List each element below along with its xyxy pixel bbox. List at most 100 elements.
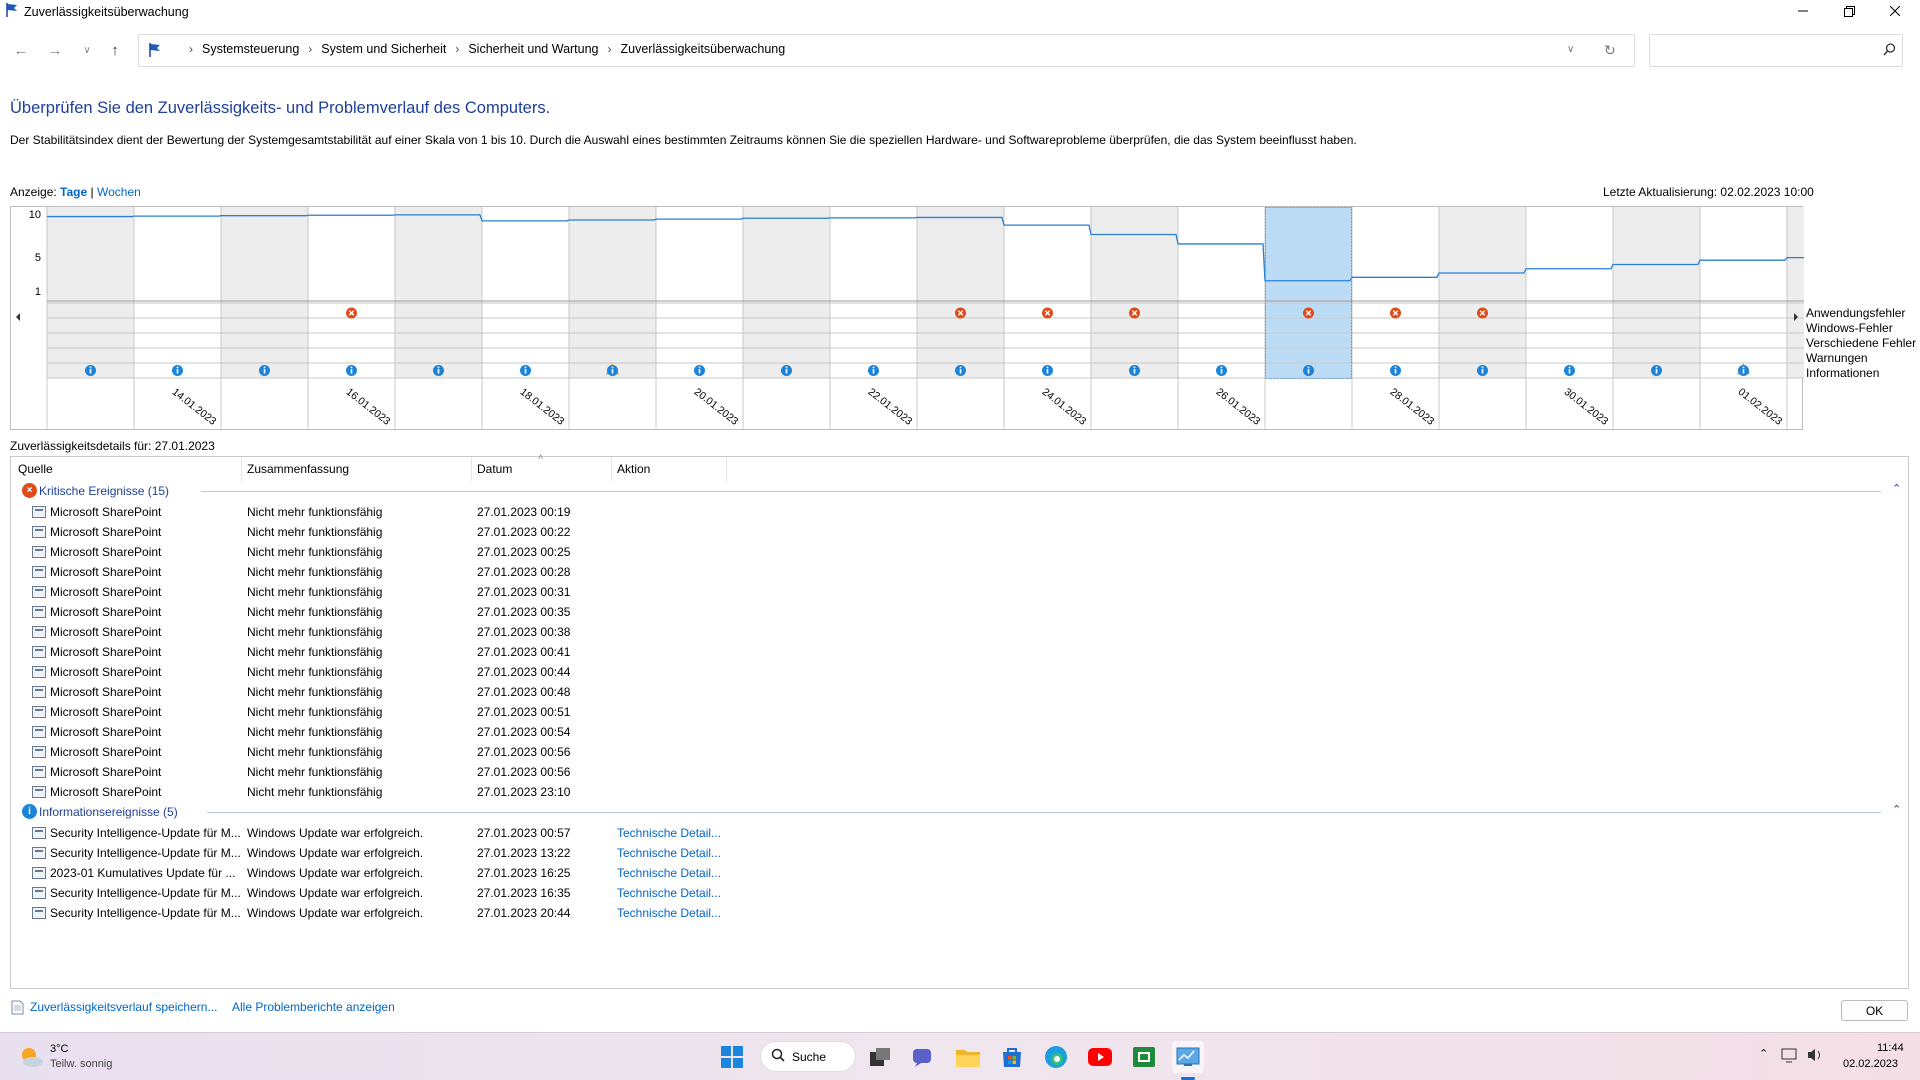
clock-date[interactable]: 02.02.2023 [1843, 1058, 1898, 1070]
group-header-critical[interactable]: × Kritische Ereignisse (15) ⌃ [11, 481, 1908, 501]
flag-icon [4, 2, 20, 21]
table-row[interactable]: Microsoft SharePoint Nicht mehr funktions… [11, 522, 1908, 542]
chart-column-bg [1439, 207, 1526, 378]
cell-date: 27.01.2023 00:25 [477, 545, 571, 559]
search-input[interactable] [1649, 34, 1903, 67]
breadcrumb-item-zuverlaessigkeit[interactable]: Zuverlässigkeitsüberwachung [621, 42, 786, 56]
taskbar: 3°C Teilw. sonnig Suche ⌃ 11:44 02.02.20… [0, 1032, 1920, 1080]
info-i [263, 369, 266, 374]
show-hidden-icons-chevron-icon[interactable]: ⌃ [1759, 1047, 1768, 1060]
save-history-link[interactable]: Zuverlässigkeitsverlauf speichern... [30, 1000, 217, 1014]
up-arrow-icon[interactable]: ↑ [104, 40, 126, 60]
table-row[interactable]: Microsoft SharePoint Nicht mehr funktions… [11, 562, 1908, 582]
column-divider[interactable] [241, 457, 242, 481]
cell-action[interactable]: Technische Detail... [617, 866, 727, 880]
start-windows-icon[interactable] [716, 1041, 748, 1073]
table-row[interactable]: Microsoft SharePoint Nicht mehr funktions… [11, 622, 1908, 642]
minimize-button[interactable] [1780, 0, 1826, 22]
table-row[interactable]: Microsoft SharePoint Nicht mehr funktions… [11, 722, 1908, 742]
youtube-icon[interactable] [1084, 1041, 1116, 1073]
table-row[interactable]: Microsoft SharePoint Nicht mehr funktions… [11, 782, 1908, 802]
group-header-info[interactable]: i Informationsereignisse (5) ⌃ [11, 802, 1908, 822]
stability-chart-svg: 10 5 1 14.01.2023 16.01.2023 18.01.2023 20.01.… [16, 207, 1804, 429]
all-problem-reports-link[interactable]: Alle Problemberichte anzeigen [232, 1000, 395, 1014]
cell-date: 27.01.2023 00:51 [477, 705, 571, 719]
view-days-link[interactable]: Tage [60, 185, 87, 199]
cell-action[interactable]: Technische Detail... [617, 826, 727, 840]
collapse-chevron-icon[interactable]: ⌃ [1892, 482, 1901, 495]
cell-date: 27.01.2023 20:44 [477, 906, 571, 920]
view-weeks-link[interactable]: Wochen [97, 185, 141, 199]
sort-ascending-icon: ˄ [538, 452, 544, 462]
cell-source: Microsoft SharePoint [50, 505, 162, 519]
table-row[interactable]: Microsoft SharePoint Nicht mehr funktions… [11, 642, 1908, 662]
task-view-icon[interactable] [864, 1041, 896, 1073]
column-header-date[interactable]: Datum [477, 462, 512, 476]
table-row[interactable]: Security Intelligence-Update für M... Win… [11, 883, 1908, 903]
column-divider[interactable] [611, 457, 612, 481]
scroll-left-arrow-icon[interactable] [16, 313, 20, 321]
app-failure-icon [1390, 307, 1401, 319]
information-icon [1303, 365, 1314, 376]
info-dot [959, 366, 962, 369]
info-dot [785, 366, 788, 369]
volume-icon[interactable] [1806, 1047, 1824, 1066]
table-row[interactable]: Microsoft SharePoint Nicht mehr funktions… [11, 582, 1908, 602]
file-explorer-icon[interactable] [952, 1041, 984, 1073]
table-row[interactable]: Security Intelligence-Update für M... Win… [11, 843, 1908, 863]
column-divider[interactable] [471, 457, 472, 481]
info-i [1220, 369, 1223, 374]
weather-description[interactable]: Teilw. sonnig [50, 1058, 112, 1070]
clock-time[interactable]: 11:44 [1877, 1042, 1904, 1054]
column-header-source[interactable]: Quelle [18, 462, 53, 476]
information-icon [433, 365, 444, 376]
table-row[interactable]: Security Intelligence-Update für M... Win… [11, 903, 1908, 923]
collapse-chevron-icon[interactable]: ⌃ [1892, 803, 1901, 816]
back-arrow-icon[interactable]: ← [10, 40, 32, 60]
table-row[interactable]: Security Intelligence-Update für M... Win… [11, 823, 1908, 843]
chart-column-bg [1352, 207, 1439, 378]
column-header-summary[interactable]: Zusammenfassung [247, 462, 349, 476]
table-row[interactable]: Microsoft SharePoint Nicht mehr funktions… [11, 542, 1908, 562]
info-dot [1220, 366, 1223, 369]
table-row[interactable]: Microsoft SharePoint Nicht mehr funktions… [11, 682, 1908, 702]
weather-sun-cloud-icon[interactable] [18, 1045, 44, 1072]
table-row[interactable]: Microsoft SharePoint Nicht mehr funktions… [11, 662, 1908, 682]
table-row[interactable]: Microsoft SharePoint Nicht mehr funktions… [11, 762, 1908, 782]
application-window-icon [32, 646, 46, 658]
ok-button[interactable]: OK [1841, 1000, 1908, 1021]
column-divider[interactable] [726, 457, 727, 481]
table-row[interactable]: Microsoft SharePoint Nicht mehr funktions… [11, 502, 1908, 522]
table-row[interactable]: Microsoft SharePoint Nicht mehr funktions… [11, 602, 1908, 622]
green-app-icon[interactable] [1128, 1041, 1160, 1073]
weather-temperature[interactable]: 3°C [50, 1043, 68, 1055]
recent-locations-chevron-icon[interactable]: ∨ [76, 40, 98, 60]
table-row[interactable]: 2023-01 Kumulatives Update für ... Window… [11, 863, 1908, 883]
refresh-icon[interactable]: ↻ [1604, 42, 1616, 59]
restore-button[interactable] [1826, 0, 1872, 22]
address-dropdown-chevron-icon[interactable]: ∨ [1567, 44, 1574, 55]
app-failure-icon [1129, 307, 1140, 319]
microsoft-store-icon[interactable] [996, 1041, 1028, 1073]
forward-arrow-icon[interactable]: → [44, 40, 66, 60]
teams-chat-icon[interactable] [908, 1041, 940, 1073]
edge-browser-icon[interactable] [1040, 1041, 1072, 1073]
cell-action[interactable]: Technische Detail... [617, 886, 727, 900]
breadcrumb-item-sicherheit-und-wartung[interactable]: Sicherheit und Wartung [468, 42, 598, 56]
breadcrumb-item-systemsteuerung[interactable]: Systemsteuerung [202, 42, 299, 56]
column-header-action[interactable]: Aktion [617, 462, 650, 476]
cell-action[interactable]: Technische Detail... [617, 906, 727, 920]
table-row[interactable]: Microsoft SharePoint Nicht mehr funktions… [11, 702, 1908, 722]
network-icon[interactable] [1781, 1047, 1799, 1066]
breadcrumb-item-system-und-sicherheit[interactable]: System und Sicherheit [321, 42, 446, 56]
information-icon [1477, 365, 1488, 376]
save-document-icon [11, 1000, 24, 1018]
stability-chart[interactable]: 10 5 1 14.01.2023 16.01.2023 18.01.2023 20.01.… [10, 206, 1804, 430]
cell-action[interactable]: Technische Detail... [617, 846, 727, 860]
reliability-monitor-taskbar-icon[interactable] [1172, 1041, 1204, 1073]
taskbar-search[interactable]: Suche [760, 1041, 856, 1072]
close-button[interactable] [1872, 0, 1918, 22]
chart-column-bg [1178, 207, 1265, 378]
application-window-icon [32, 786, 46, 798]
table-row[interactable]: Microsoft SharePoint Nicht mehr funktions… [11, 742, 1908, 762]
